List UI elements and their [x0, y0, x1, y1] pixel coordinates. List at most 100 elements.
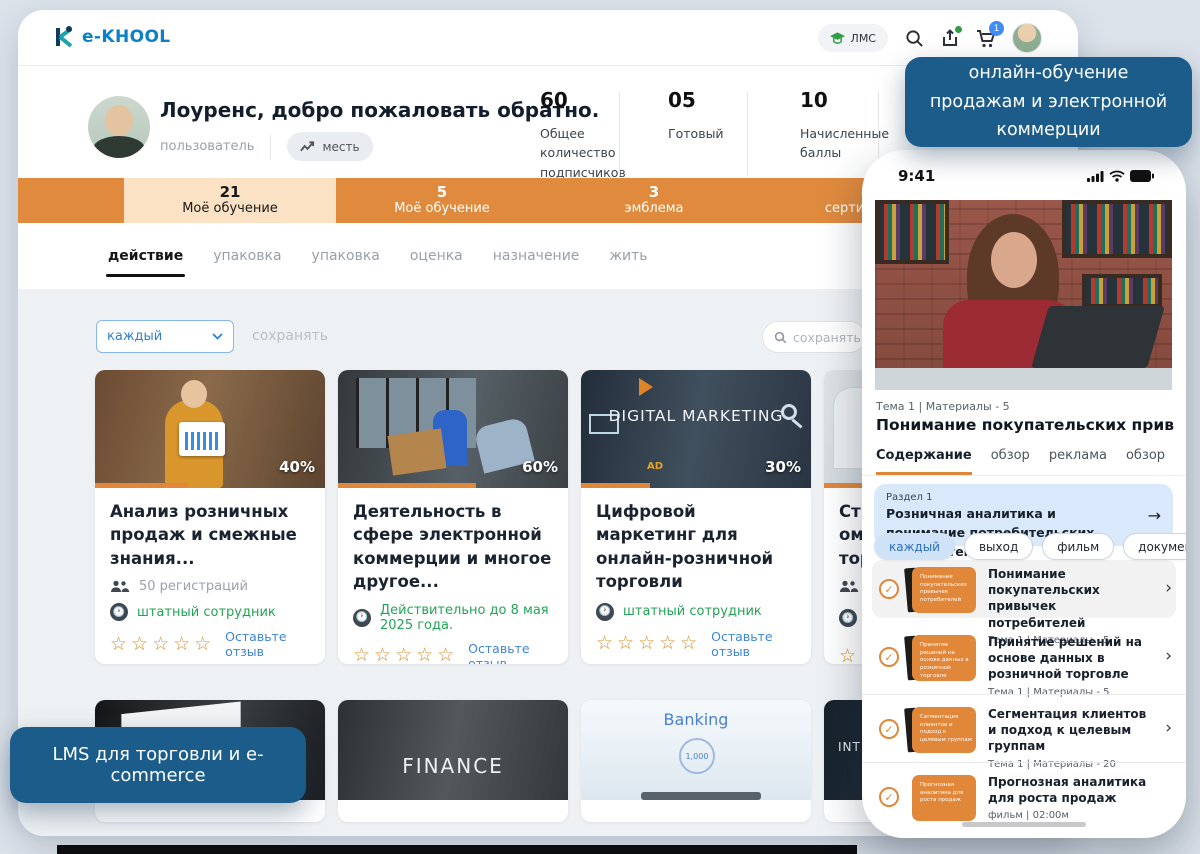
leave-review-link[interactable]: Оставьте отзыв: [225, 629, 310, 659]
notification-dot: [955, 26, 962, 33]
lesson-title: Прогнозная аналитика для роста продаж: [988, 775, 1147, 806]
rank-button[interactable]: месть: [287, 132, 373, 161]
tab-my-learning-21[interactable]: 21 Моё обучение: [124, 178, 336, 223]
check-circle-icon: ✓: [879, 579, 899, 599]
clock-icon: 🕐: [353, 608, 371, 627]
search-icon[interactable]: [904, 28, 924, 48]
course-card-ecommerce-activity[interactable]: 60% Деятельность в сфере электронной ком…: [338, 370, 568, 664]
leave-review-link[interactable]: Оставьте отзыв: [468, 641, 553, 664]
user-avatar[interactable]: [88, 96, 150, 158]
tab-packing-2[interactable]: упаковка: [312, 248, 380, 264]
search-input[interactable]: сохранять: [762, 321, 866, 353]
progress-bar: [581, 483, 811, 488]
cart-icon[interactable]: 1: [976, 21, 1004, 48]
filter-select[interactable]: каждый: [96, 320, 234, 353]
course-title: Цифровой маркетинг для онлайн-розничной …: [596, 502, 774, 592]
lesson-item-3[interactable]: ✓ Сегментация клиентов и подход к целевы…: [872, 700, 1176, 770]
course-card-retail-analysis[interactable]: 40% Анализ розничных продаж и смежные зн…: [95, 370, 325, 664]
stat-label: Готовый: [668, 126, 724, 141]
course-card-digital-marketing[interactable]: DIGITAL MARKETING AD 30% Цифровой маркет…: [581, 370, 811, 664]
tab-content[interactable]: Содержание: [876, 448, 972, 475]
tab-ads[interactable]: реклама: [1049, 448, 1107, 475]
lms-button[interactable]: ЛМС: [817, 24, 888, 52]
lesson-title: Принятие решений на основе данных в розн…: [988, 635, 1143, 682]
section-label: Раздел 1: [886, 492, 933, 503]
lesson-meta: Тема 1 | Материалы - 5: [988, 686, 1110, 698]
play-icon: [639, 378, 662, 396]
stat-label: Общее количество подписчиков: [540, 126, 626, 180]
check-circle-icon: ✓: [879, 719, 899, 739]
leave-review-link[interactable]: Оставьте отзыв: [711, 629, 796, 659]
divider: [862, 694, 1186, 695]
lesson-thumbnail: Принятие решений на основе данных в розн…: [912, 635, 976, 681]
lesson-item-1[interactable]: ✓ Понимание покупательских привычек потр…: [872, 560, 1176, 646]
tab-action[interactable]: действие: [105, 248, 186, 277]
phone-tabs: Содержание обзор реклама обзор комментар…: [876, 448, 1180, 475]
lesson-thumbnail: Понимание покупательских привычек потреб…: [912, 567, 976, 613]
cart-count-badge: 1: [989, 21, 1004, 36]
course-thumbnail: DIGITAL MARKETING AD 30%: [581, 370, 811, 488]
rating-stars[interactable]: ☆☆☆☆☆: [353, 646, 458, 664]
tab-packing-1[interactable]: упаковка: [213, 248, 281, 264]
chart-icon: [300, 140, 315, 153]
course-status: Действительно до 8 мая 2025 года.: [380, 602, 549, 633]
lesson-title: Понимание покупательских привычек потреб…: [988, 567, 1100, 630]
chevron-right-icon[interactable]: ›: [1165, 718, 1172, 738]
bottom-video-strip: [57, 845, 857, 854]
chip-exit[interactable]: выход: [963, 533, 1034, 560]
rating-stars[interactable]: ☆☆☆☆☆: [596, 634, 701, 653]
save-button[interactable]: сохранять: [252, 328, 328, 344]
course-title: Деятельность в сфере электронной коммерц…: [353, 502, 552, 592]
ad-icon: AD: [647, 461, 664, 472]
chip-every[interactable]: каждый: [874, 533, 955, 560]
app-logo[interactable]: e-KHOOL: [52, 25, 171, 49]
course-card-finance[interactable]: FINANCE: [338, 700, 568, 822]
tab-overview-1[interactable]: обзор: [991, 448, 1030, 475]
chevron-right-icon[interactable]: ›: [1165, 646, 1172, 666]
divider: [747, 92, 748, 176]
promo-badge-online-training: онлайн-обучение продажам и электронной к…: [905, 57, 1192, 147]
people-icon: [839, 580, 859, 593]
lesson-title: Понимание покупательских привычек потреб…: [876, 416, 1174, 434]
lesson-thumbnail: Прогнозная аналитика для роста продаж: [912, 775, 976, 821]
tab-my-learning-5[interactable]: 5 Моё обучение: [336, 178, 548, 223]
app-logo-text: e-KHOOL: [82, 27, 171, 47]
phone-time: 9:41: [898, 167, 936, 185]
course-status: штатный сотрудник: [623, 604, 762, 620]
lesson-item-4[interactable]: ✓ Прогнозная аналитика для роста продаж …: [872, 768, 1176, 826]
thumbnail-amount: 1,000: [679, 738, 715, 774]
divider: [619, 92, 620, 176]
people-icon: [110, 580, 130, 593]
graduation-cap-icon: [829, 32, 845, 44]
e-khool-logo-icon: [52, 25, 76, 49]
thumbnail-caption: FINANCE: [402, 754, 504, 778]
promo-badge-lms: LMS для торговли и e-commerce: [10, 727, 306, 803]
divider: [862, 762, 1186, 763]
chip-document[interactable]: документ▾: [1123, 533, 1186, 560]
chevron-right-icon[interactable]: ›: [1165, 578, 1172, 598]
tab-overview-2[interactable]: обзор: [1126, 448, 1165, 475]
rating-stars[interactable]: ☆☆☆☆☆: [110, 634, 215, 654]
lesson-meta: фильм | 02:00м: [988, 810, 1069, 822]
arrow-right-icon[interactable]: →: [1148, 506, 1161, 525]
divider: [270, 134, 272, 159]
share-icon[interactable]: [940, 26, 962, 48]
lesson-video-player[interactable]: [875, 200, 1172, 390]
stat-value: 60: [540, 88, 568, 112]
battery-icon: [1130, 170, 1154, 182]
header-avatar[interactable]: [1012, 23, 1042, 53]
tab-assignment[interactable]: назначение: [493, 248, 580, 264]
tab-badges[interactable]: 3 эмблема: [548, 178, 760, 223]
mobile-app-mockup: 9:41 Тема 1 | Материалы - 5 Понимание по…: [862, 150, 1186, 838]
clock-icon: 🕐: [839, 609, 857, 628]
stat-subscribers: 60 Общее количество подписчиков: [540, 88, 652, 182]
home-indicator[interactable]: [962, 822, 1086, 827]
tab-grade[interactable]: оценка: [410, 248, 463, 264]
lesson-item-2[interactable]: ✓ Принятие решений на основе данных в ро…: [872, 628, 1176, 698]
chip-film[interactable]: фильм: [1042, 533, 1115, 560]
bookshelf: [1062, 200, 1172, 258]
tab-live[interactable]: жить: [609, 248, 647, 264]
stat-value: 05: [668, 88, 696, 112]
registrations-count: 50 регистраций: [139, 579, 248, 595]
course-card-banking[interactable]: Banking 1,000: [581, 700, 811, 822]
